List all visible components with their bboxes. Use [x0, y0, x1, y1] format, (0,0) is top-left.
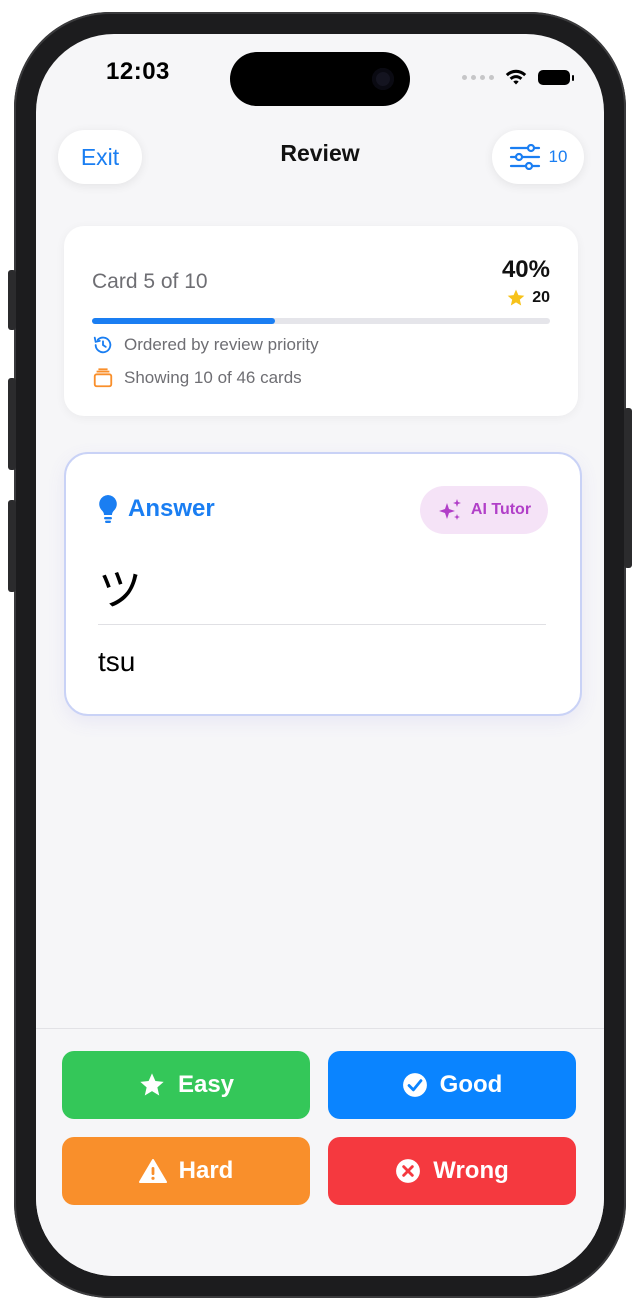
- wifi-icon: [505, 69, 527, 85]
- volume-up-button: [8, 378, 16, 470]
- sliders-icon: [509, 144, 540, 170]
- progress-bar: [92, 318, 550, 324]
- star-count: 20: [532, 289, 550, 306]
- xmark-circle-icon: [396, 1159, 421, 1183]
- showing-text: Showing 10 of 46 cards: [124, 368, 302, 387]
- divider: [98, 624, 546, 625]
- ai-tutor-button[interactable]: AI Tutor: [420, 486, 548, 534]
- power-button: [624, 408, 632, 568]
- cards-stack-icon: [93, 368, 113, 388]
- kana-character: ツ: [98, 565, 142, 616]
- wrong-button[interactable]: Wrong: [328, 1137, 576, 1205]
- warning-icon: [138, 1159, 167, 1183]
- card-counter: Card 5 of 10: [92, 270, 208, 293]
- lightbulb-icon: [99, 495, 117, 523]
- app-screen: 12:03 Exit Review 10 Card 5 of 10 40% 20…: [36, 34, 604, 1276]
- hard-button[interactable]: Hard: [62, 1137, 310, 1205]
- sparkles-icon: [438, 499, 461, 520]
- volume-down-button: [8, 500, 16, 592]
- showing-info: Showing 10 of 46 cards: [92, 367, 302, 389]
- easy-label: Easy: [177, 1071, 235, 1098]
- progress-percent: 40%: [501, 256, 550, 283]
- camera-icon: [372, 68, 394, 90]
- progress-card: Card 5 of 10 40% 20 Ordered by review pr…: [64, 226, 578, 416]
- status-time: 12:03: [106, 58, 170, 85]
- history-icon: [93, 336, 112, 354]
- action-button: [8, 270, 16, 330]
- wrong-label: Wrong: [433, 1157, 509, 1184]
- star-score: 20: [506, 288, 550, 308]
- answer-label: Answer: [128, 495, 215, 522]
- dynamic-island: [230, 52, 410, 106]
- checkmark-circle-icon: [402, 1073, 427, 1097]
- easy-button[interactable]: Easy: [62, 1051, 310, 1119]
- grade-bar: Easy Good Hard Wrong: [36, 1028, 604, 1229]
- star-icon: [507, 289, 525, 306]
- answer-heading: Answer: [98, 494, 215, 524]
- progress-bar-fill: [92, 318, 276, 324]
- order-info: Ordered by review priority: [92, 334, 319, 356]
- signal-icon: [462, 74, 494, 80]
- answer-card: Answer AI Tutor ツ tsu: [64, 452, 582, 716]
- star-icon: [140, 1073, 164, 1096]
- good-button[interactable]: Good: [328, 1051, 576, 1119]
- status-indicators: [462, 68, 574, 86]
- hard-label: Hard: [178, 1157, 234, 1184]
- filter-count: 10: [548, 147, 568, 166]
- good-label: Good: [439, 1071, 503, 1098]
- home-area: [36, 1228, 604, 1276]
- romaji-reading: tsu: [98, 646, 136, 677]
- battery-icon: [538, 69, 574, 85]
- order-text: Ordered by review priority: [124, 335, 319, 354]
- ai-tutor-label: AI Tutor: [470, 501, 532, 518]
- filter-button[interactable]: 10: [492, 130, 584, 184]
